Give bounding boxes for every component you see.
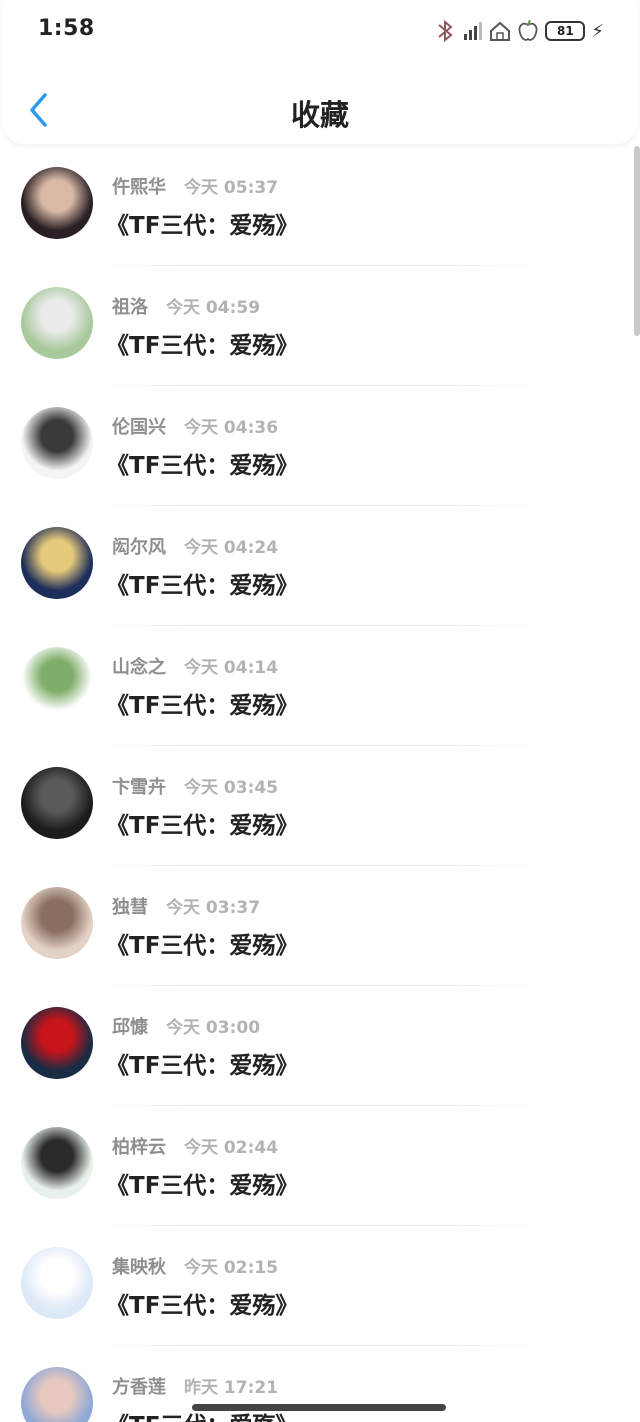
avatar[interactable] xyxy=(21,407,93,479)
item-timestamp: 今天 02:44 xyxy=(184,1138,279,1158)
item-meta: 邱慷 今天 03:00 xyxy=(112,1013,260,1039)
item-meta: 卞雪卉 今天 03:45 xyxy=(112,773,278,799)
home-indicator[interactable] xyxy=(192,1404,446,1411)
author-name[interactable]: 祖洛 xyxy=(112,293,148,319)
post-title[interactable]: 《TF三代：爱殇》 xyxy=(106,206,298,240)
avatar[interactable] xyxy=(21,1127,93,1199)
author-name[interactable]: 方香莲 xyxy=(112,1373,166,1399)
post-title[interactable]: 《TF三代：爱殇》 xyxy=(106,806,298,840)
apple-icon xyxy=(517,18,539,44)
list-item[interactable]: 卞雪卉 今天 03:45 《TF三代：爱殇》 xyxy=(0,746,640,866)
list-item[interactable]: 集映秋 今天 02:15 《TF三代：爱殇》 xyxy=(0,1226,640,1346)
list-item[interactable]: 伦国兴 今天 04:36 《TF三代：爱殇》 xyxy=(0,386,640,506)
avatar[interactable] xyxy=(21,1247,93,1319)
list-item[interactable]: 仵熙华 今天 05:37 《TF三代：爱殇》 xyxy=(0,146,640,266)
status-time: 1:58 xyxy=(38,16,95,41)
favorites-screen: 1:58 81 ⚡ 收藏 仵熙华 今天 05:37 《TF三代：爱殇》 祖洛 今… xyxy=(0,0,640,1422)
avatar[interactable] xyxy=(21,287,93,359)
list-item[interactable]: 独彗 今天 03:37 《TF三代：爱殇》 xyxy=(0,866,640,986)
item-meta: 祖洛 今天 04:59 xyxy=(112,293,260,319)
avatar[interactable] xyxy=(21,527,93,599)
item-timestamp: 今天 03:37 xyxy=(166,898,261,918)
post-title[interactable]: 《TF三代：爱殇》 xyxy=(106,446,298,480)
item-meta: 方香莲 昨天 17:21 xyxy=(112,1373,278,1399)
list-item[interactable]: 柏梓云 今天 02:44 《TF三代：爱殇》 xyxy=(0,1106,640,1226)
status-icons: 81 ⚡ xyxy=(433,16,604,46)
favorites-list: 仵熙华 今天 05:37 《TF三代：爱殇》 祖洛 今天 04:59 《TF三代：爱殇》伦… xyxy=(0,146,640,1422)
charging-icon: ⚡ xyxy=(591,20,604,42)
item-timestamp: 今天 04:24 xyxy=(184,538,279,558)
post-title[interactable]: 《TF三代：爱殇》 xyxy=(106,1166,298,1200)
avatar[interactable] xyxy=(21,767,93,839)
post-title[interactable]: 《TF三代：爱殇》 xyxy=(106,326,298,360)
item-timestamp: 今天 05:37 xyxy=(184,178,279,198)
post-title[interactable]: 《TF三代：爱殇》 xyxy=(106,1286,298,1320)
item-timestamp: 昨天 17:21 xyxy=(184,1378,279,1398)
item-timestamp: 今天 04:14 xyxy=(184,658,279,678)
item-meta: 闳尔风 今天 04:24 xyxy=(112,533,278,559)
author-name[interactable]: 山念之 xyxy=(112,653,166,679)
post-title[interactable]: 《TF三代：爱殇》 xyxy=(106,1046,298,1080)
signal-icon xyxy=(463,18,483,44)
item-timestamp: 今天 03:00 xyxy=(166,1018,261,1038)
author-name[interactable]: 独彗 xyxy=(112,893,148,919)
list-item[interactable]: 山念之 今天 04:14 《TF三代：爱殇》 xyxy=(0,626,640,746)
author-name[interactable]: 仵熙华 xyxy=(112,173,166,199)
battery-icon: 81 xyxy=(545,18,586,44)
item-meta: 独彗 今天 03:37 xyxy=(112,893,260,919)
item-meta: 山念之 今天 04:14 xyxy=(112,653,278,679)
bluetooth-icon xyxy=(433,18,457,44)
avatar[interactable] xyxy=(21,167,93,239)
item-meta: 柏梓云 今天 02:44 xyxy=(112,1133,278,1159)
battery-level: 81 xyxy=(545,21,586,41)
author-name[interactable]: 柏梓云 xyxy=(112,1133,166,1159)
item-meta: 集映秋 今天 02:15 xyxy=(112,1253,278,1279)
item-meta: 仵熙华 今天 05:37 xyxy=(112,173,278,199)
home-icon xyxy=(489,18,511,44)
list-item[interactable]: 邱慷 今天 03:00 《TF三代：爱殇》 xyxy=(0,986,640,1106)
list-item[interactable]: 祖洛 今天 04:59 《TF三代：爱殇》 xyxy=(0,266,640,386)
avatar[interactable] xyxy=(21,1367,93,1422)
list-item[interactable]: 闳尔风 今天 04:24 《TF三代：爱殇》 xyxy=(0,506,640,626)
author-name[interactable]: 伦国兴 xyxy=(112,413,166,439)
avatar[interactable] xyxy=(21,887,93,959)
item-timestamp: 今天 04:59 xyxy=(166,298,261,318)
author-name[interactable]: 邱慷 xyxy=(112,1013,148,1039)
author-name[interactable]: 卞雪卉 xyxy=(112,773,166,799)
status-bar: 1:58 81 ⚡ xyxy=(2,0,638,62)
page-title: 收藏 xyxy=(290,98,349,132)
header: 1:58 81 ⚡ 收藏 xyxy=(2,0,638,144)
item-timestamp: 今天 03:45 xyxy=(184,778,279,798)
author-name[interactable]: 闳尔风 xyxy=(112,533,166,559)
post-title[interactable]: 《TF三代：爱殇》 xyxy=(106,566,298,600)
item-timestamp: 今天 04:36 xyxy=(184,418,279,438)
post-title[interactable]: 《TF三代：爱殇》 xyxy=(106,926,298,960)
avatar[interactable] xyxy=(21,1007,93,1079)
item-meta: 伦国兴 今天 04:36 xyxy=(112,413,278,439)
item-timestamp: 今天 02:15 xyxy=(184,1258,279,1278)
post-title[interactable]: 《TF三代：爱殇》 xyxy=(106,686,298,720)
author-name[interactable]: 集映秋 xyxy=(112,1253,166,1279)
avatar[interactable] xyxy=(21,647,93,719)
